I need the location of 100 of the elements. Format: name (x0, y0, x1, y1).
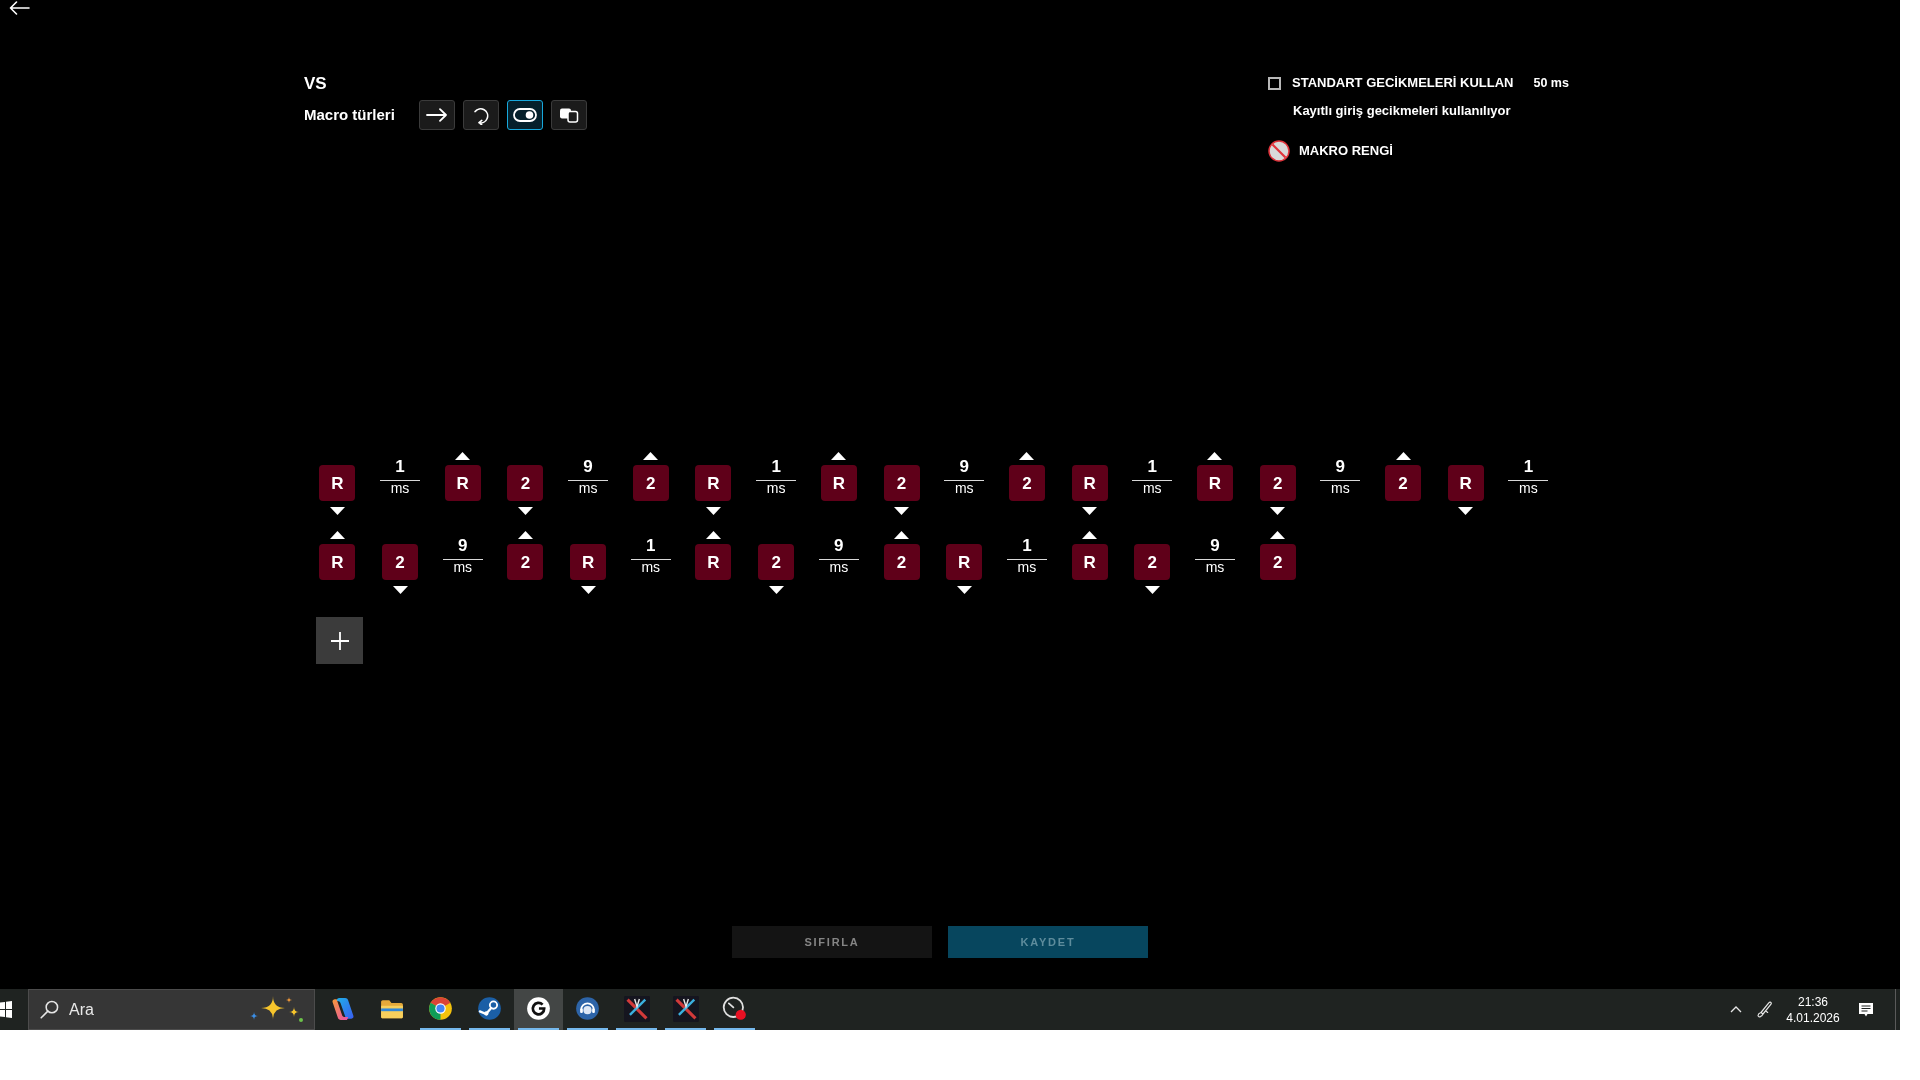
delay-unit: ms (1519, 481, 1538, 496)
arrow-right-icon (426, 108, 448, 122)
macro-types-label: Macro türleri (304, 106, 395, 123)
delay-unit: ms (1017, 560, 1037, 575)
rotate-icon (472, 105, 490, 125)
delay-value: 9 (442, 536, 483, 560)
delay-unit: ms (766, 481, 786, 496)
caret-down-icon (768, 586, 784, 594)
macro-type-button[interactable] (419, 100, 455, 130)
key-tile[interactable]: 2 (507, 544, 544, 580)
key-tile[interactable]: 2 (883, 465, 920, 501)
delay-unit: ms (829, 560, 849, 575)
macro-type-button[interactable] (551, 100, 587, 130)
delay-unit: ms (1331, 481, 1350, 496)
key-tile[interactable]: R (1071, 544, 1108, 580)
wheel-logo-icon (428, 996, 453, 1021)
caret-down-icon (1082, 507, 1098, 515)
caret-up-icon (705, 531, 721, 539)
caret-down-icon (1270, 507, 1286, 515)
key-tile[interactable]: R (820, 465, 857, 501)
delay-value: 9 (944, 457, 985, 481)
delay-unit: ms (1205, 560, 1225, 575)
macro-title: VS (304, 74, 327, 94)
caret-down-icon (517, 507, 533, 515)
caret-up-icon (1395, 452, 1411, 460)
key-tile[interactable]: R (1196, 465, 1233, 501)
delay-value: 9 (568, 457, 609, 481)
delay-unit: ms (641, 560, 661, 575)
key-tile[interactable]: R (695, 544, 732, 580)
ring-logo-icon (526, 996, 551, 1021)
macro-color-label: MAKRO RENGİ (1299, 142, 1393, 161)
delay-unit: ms (390, 481, 410, 496)
caret-up-icon (517, 531, 533, 539)
delay-value: 1 (1006, 536, 1047, 560)
taskbar-app-button[interactable] (514, 989, 563, 1030)
clock-button[interactable]: 21:36 4.01.2026 (1781, 989, 1845, 1030)
game-tile-icon (672, 995, 699, 1022)
key-tile[interactable]: R (444, 465, 481, 501)
key-tile[interactable]: R (570, 544, 607, 580)
key-tile[interactable]: 2 (382, 544, 419, 580)
key-tile[interactable]: R (319, 465, 356, 501)
no-symbol-icon[interactable] (1268, 140, 1290, 162)
key-tile[interactable]: R (1447, 465, 1484, 501)
delay-unit: ms (453, 560, 473, 575)
caret-up-icon (1082, 531, 1098, 539)
caret-down-icon (1458, 507, 1474, 515)
caret-up-icon (1207, 452, 1223, 460)
caret-down-icon (894, 507, 910, 515)
key-tile[interactable]: 2 (883, 544, 920, 580)
delay-mode-note: Kayıtlı giriş gecikmeleri kullanılıyor (1293, 103, 1512, 119)
key-tile[interactable]: 2 (632, 465, 669, 501)
macro-type-button[interactable] (507, 100, 543, 130)
delay-value: 1 (1508, 457, 1549, 481)
delay-value: 1 (756, 457, 797, 481)
delay-value: 1 (380, 457, 421, 481)
caret-up-icon (455, 452, 471, 460)
key-tile[interactable]: 2 (1259, 465, 1296, 501)
key-tile[interactable]: R (1071, 465, 1108, 501)
action-button[interactable]: SIFIRLA (732, 926, 932, 958)
delay-unit: ms (578, 481, 598, 496)
key-tile[interactable]: 2 (758, 544, 795, 580)
checkbox[interactable] (1268, 76, 1281, 90)
panes-icon (0, 1001, 12, 1018)
toggle-icon (513, 108, 537, 122)
back-button[interactable] (9, 1, 30, 15)
caret-up-icon (1270, 531, 1286, 539)
caret-down-icon (1144, 586, 1160, 594)
delay-unit: ms (1142, 481, 1162, 496)
caret-up-icon (1019, 452, 1035, 460)
delay-value: 1 (1132, 457, 1173, 481)
add-button[interactable] (316, 617, 363, 664)
caret-up-icon (894, 531, 910, 539)
caret-up-icon (329, 531, 345, 539)
pen-icon (1757, 1001, 1773, 1018)
key-tile[interactable]: 2 (1259, 544, 1296, 580)
key-tile[interactable]: 2 (1008, 465, 1045, 501)
caret-down-icon (392, 586, 408, 594)
delay-value: 9 (1194, 536, 1235, 560)
search-field[interactable]: Ara (28, 989, 315, 1030)
delay-value: 1 (630, 536, 671, 560)
key-tile[interactable]: R (319, 544, 356, 580)
delay-unit: ms (954, 481, 974, 496)
key-tile[interactable]: R (695, 465, 732, 501)
search-icon (40, 1000, 59, 1019)
swirl-logo-icon (330, 996, 355, 1021)
back-arrow-icon (9, 1, 30, 15)
macro-type-button[interactable] (463, 100, 499, 130)
folder-icon (379, 998, 404, 1019)
chevron-up-icon (1730, 1006, 1742, 1013)
key-tile[interactable]: 2 (1134, 544, 1171, 580)
delay-value: 9 (1320, 457, 1361, 481)
caret-down-icon (705, 507, 721, 515)
game-tile-icon (623, 995, 650, 1022)
piston-logo-icon (477, 996, 502, 1021)
key-tile[interactable]: R (946, 544, 983, 580)
stacked-squares-icon (559, 107, 579, 123)
default-delay-value: 50 ms (1533, 74, 1569, 92)
caret-down-icon (580, 586, 596, 594)
key-tile[interactable]: 2 (507, 465, 544, 501)
key-tile[interactable]: 2 (1385, 465, 1422, 501)
